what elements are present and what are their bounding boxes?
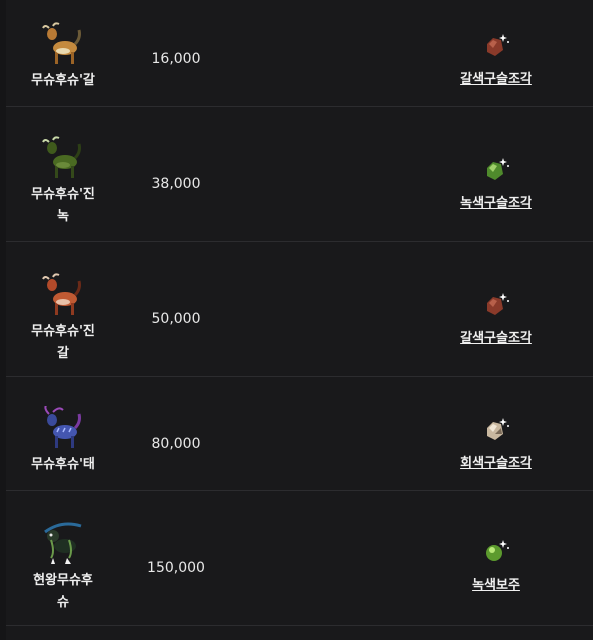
creature-name: 현왕무슈후슈 [33,573,93,610]
reward-link[interactable]: 녹색보주 [446,574,546,593]
price: 80,000 [151,436,201,452]
gray-shard-icon [487,418,509,440]
price: 150,000 [147,560,205,576]
reward-cell: 회색구슬조각 [446,414,546,471]
creature-name: 무슈후슈'진갈 [31,324,95,361]
table-row: 현왕무슈후슈 150,000 녹색보주 [6,490,593,626]
reward-link[interactable]: 갈색구슬조각 [446,68,546,87]
creature-name: 무슈후슈'태 [31,457,95,472]
reward-link[interactable]: 녹색구슬조각 [446,192,546,211]
goat-creature-blue-icon [44,406,81,448]
price: 38,000 [151,176,201,192]
table-row: 무슈후슈'갈 16,000 갈색구슬조각 [6,0,593,107]
table-row: 무슈후슈'진갈 50,000 갈색구슬조각 [6,241,593,377]
creature-cell: 현왕무슈후슈 [28,522,98,614]
brown-shard-icon [487,293,509,315]
table-row: 무슈후슈'진녹 38,000 녹색구슬조각 [6,106,593,242]
green-orb-icon [486,540,509,561]
price: 50,000 [151,311,201,327]
reward-cell: 갈색구슬조각 [446,289,546,346]
table-row: 무슈후슈'태 80,000 회색구슬조각 [6,376,593,491]
creature-name: 무슈후슈'진녹 [31,187,95,224]
reward-cell: 갈색구슬조각 [446,30,546,87]
brown-shard-icon [487,34,509,56]
creature-cell: 무슈후슈'갈 [28,22,98,92]
goat-creature-king-icon [44,522,82,564]
creature-cell: 무슈후슈'진갈 [28,273,98,365]
price: 16,000 [151,51,201,67]
goat-creature-red-icon [42,273,81,315]
creature-cell: 무슈후슈'태 [28,406,98,476]
creature-name: 무슈후슈'갈 [31,73,95,88]
monster-reward-table: 무슈후슈'갈 16,000 갈색구슬조각 무슈후슈'진녹 38,000 녹색구슬… [0,0,593,640]
reward-cell: 녹색보주 [446,536,546,593]
goat-creature-green-icon [42,136,81,178]
reward-link[interactable]: 회색구슬조각 [446,452,546,471]
reward-link[interactable]: 갈색구슬조각 [446,327,546,346]
goat-creature-brown-icon [42,22,81,64]
green-shard-icon [487,158,509,180]
reward-cell: 녹색구슬조각 [446,154,546,211]
creature-cell: 무슈후슈'진녹 [28,136,98,228]
